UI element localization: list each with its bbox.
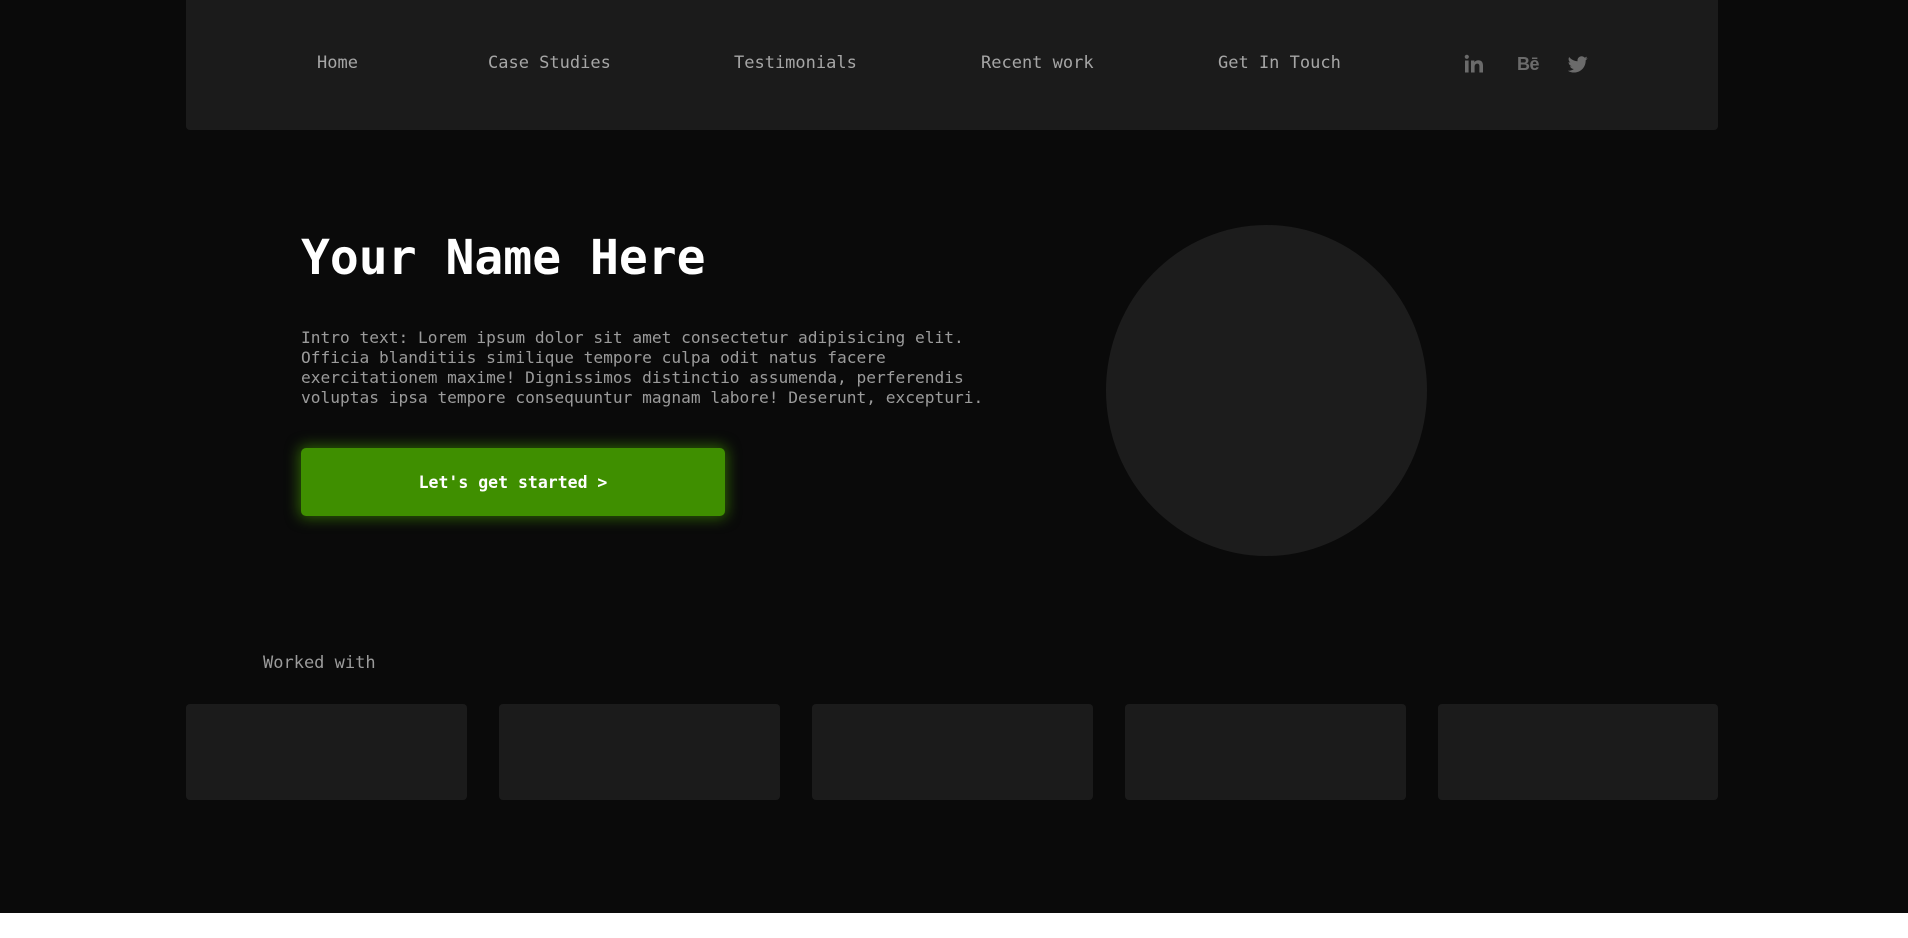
- client-logo-card: [1125, 704, 1406, 800]
- twitter-icon[interactable]: [1566, 52, 1590, 76]
- client-logo-card: [1438, 704, 1718, 800]
- nav-link-case-studies[interactable]: Case Studies: [488, 52, 611, 74]
- avatar-placeholder: [1106, 225, 1427, 556]
- client-logo-card: [812, 704, 1093, 800]
- page: Home Case Studies Testimonials Recent wo…: [0, 0, 1908, 913]
- nav-link-home[interactable]: Home: [317, 52, 358, 74]
- twitter-glyph: [1568, 55, 1588, 72]
- top-navigation: Home Case Studies Testimonials Recent wo…: [186, 0, 1718, 130]
- hero-title: Your Name Here: [301, 230, 706, 286]
- nav-link-recent-work[interactable]: Recent work: [981, 52, 1094, 74]
- nav-link-testimonials[interactable]: Testimonials: [734, 52, 857, 74]
- linkedin-glyph: [1464, 54, 1483, 73]
- worked-with-label: Worked with: [263, 653, 376, 673]
- get-started-button[interactable]: Let's get started >: [301, 448, 725, 516]
- nav-link-get-in-touch[interactable]: Get In Touch: [1218, 52, 1341, 74]
- behance-icon[interactable]: Bē: [1512, 52, 1544, 76]
- client-logo-card: [186, 704, 467, 800]
- hero-intro-text: Intro text: Lorem ipsum dolor sit amet c…: [301, 328, 984, 407]
- linkedin-icon[interactable]: [1462, 52, 1486, 76]
- client-logo-card: [499, 704, 780, 800]
- behance-glyph: Bē: [1516, 54, 1540, 74]
